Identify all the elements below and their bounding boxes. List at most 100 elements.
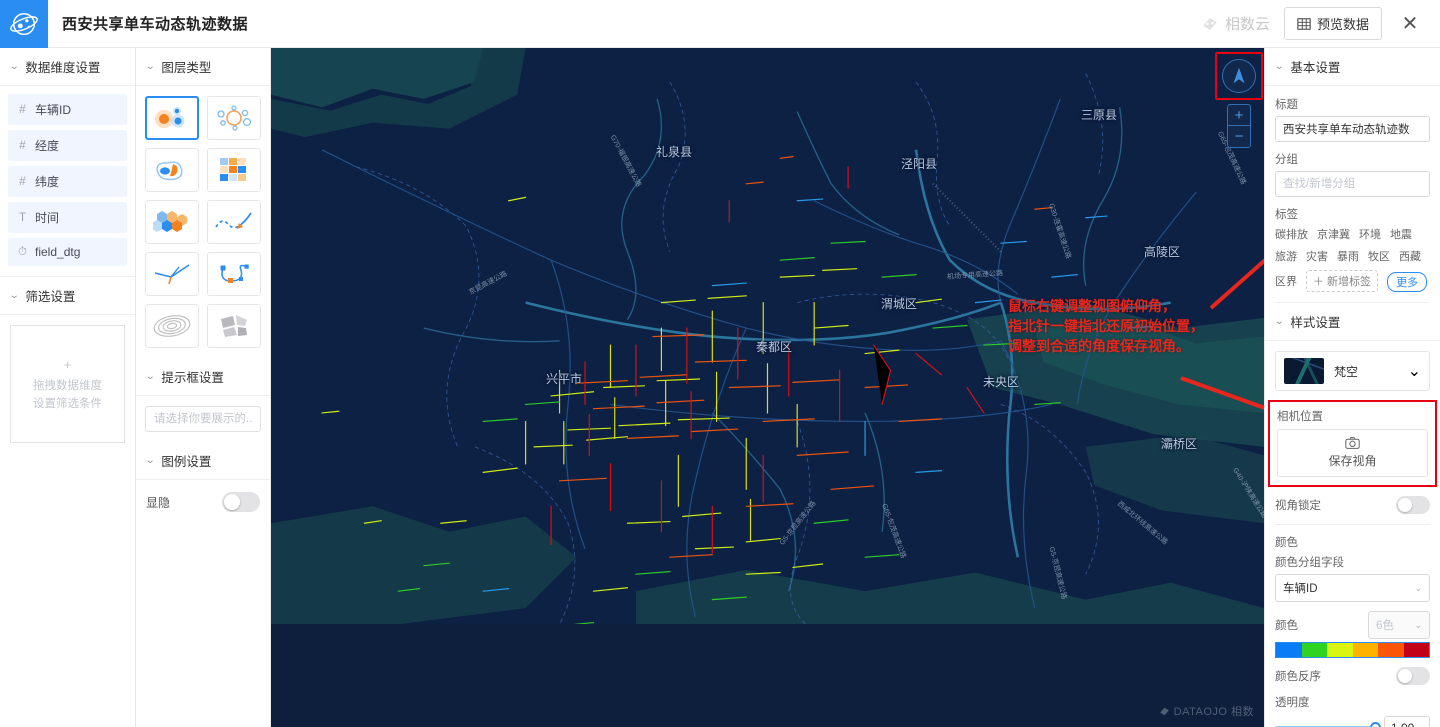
section-header-tooltip[interactable]: ⌄ 提示框设置: [136, 358, 270, 396]
layer-option-bubble-cluster[interactable]: [207, 96, 261, 140]
chevron-down-icon: ⌄: [1414, 619, 1422, 630]
zoom-out-button[interactable]: −: [1228, 126, 1250, 147]
list-item[interactable]: # 经度: [8, 130, 127, 161]
zoom-in-button[interactable]: +: [1228, 105, 1250, 126]
filter-dropzone-wrap: + 拖拽数据维度 设置筛选条件: [0, 315, 135, 453]
chevron-down-icon: ⌄: [144, 455, 156, 466]
color-field-select[interactable]: 车辆ID ⌄: [1275, 574, 1430, 602]
brand-name: 相数云: [1224, 16, 1270, 33]
left-panel: ⌄ 数据维度设置 # 车辆ID # 经度 # 纬度 T 时间 ⏱ field_d…: [0, 48, 136, 727]
slider-knob[interactable]: [1370, 722, 1381, 727]
opacity-label: 透明度: [1275, 697, 1310, 709]
section-title: 数据维度设置: [25, 61, 101, 75]
list-item[interactable]: ⏱ field_dtg: [8, 238, 127, 266]
more-tags-button[interactable]: 更多: [1387, 272, 1428, 292]
layer-option-radial-spoke[interactable]: [145, 252, 199, 296]
layer-option-region-fill[interactable]: [145, 148, 199, 192]
color-count-select[interactable]: 6色 ⌄: [1368, 611, 1430, 639]
palette-swatch: [1276, 643, 1302, 657]
color-count-row: 颜色 6色 ⌄: [1275, 611, 1430, 639]
title-input[interactable]: [1275, 116, 1430, 142]
layer-option-hexbin[interactable]: [145, 200, 199, 244]
section-title: 提示框设置: [161, 371, 224, 385]
field-type-icon: #: [19, 103, 26, 116]
bubble-cluster-icon: [217, 105, 252, 131]
legend-visibility-toggle[interactable]: [222, 492, 260, 512]
list-item[interactable]: T 时间: [8, 202, 127, 233]
tag-item[interactable]: 区界: [1275, 273, 1297, 289]
list-item[interactable]: # 纬度: [8, 166, 127, 197]
page-title: 西安共享单车动态轨迹数据: [62, 16, 249, 33]
palette-swatch: [1403, 643, 1429, 657]
basic-settings-body: 标题 分组 标签 碳排放 京津冀 环境 地震 旅游 灾害 暴雨 牧区 西藏 区界…: [1265, 86, 1440, 303]
legend-visibility-row: 显隐: [136, 480, 270, 524]
chevron-down-icon: ⌄: [1273, 61, 1285, 72]
north-arrow-icon: [1233, 67, 1245, 84]
field-name: field_dtg: [35, 245, 81, 259]
tag-item[interactable]: 灾害: [1306, 248, 1328, 264]
color-palette[interactable]: [1275, 642, 1430, 658]
preview-data-button[interactable]: 预览数据: [1283, 7, 1382, 40]
theme-thumbnail: [1284, 358, 1324, 384]
camera-position-label: 相机位置: [1277, 411, 1323, 423]
tag-item[interactable]: 旅游: [1275, 248, 1297, 264]
hexbin-icon: [153, 211, 187, 232]
camera-position-highlight: 相机位置 保存视角: [1268, 400, 1437, 487]
map-viewport[interactable]: 礼泉县 泾阳县 三原县 阎良区 高陵区 渭城区 秦都区 临潼区 兴平市 未央区 …: [271, 48, 1264, 727]
view-lock-toggle[interactable]: [1396, 496, 1430, 514]
brand-logo: 相数云: [1200, 13, 1270, 34]
palette-swatch: [1378, 643, 1404, 657]
color-count-value: 6色: [1376, 620, 1394, 632]
od-arc-icon: [220, 264, 249, 283]
opacity-value-input[interactable]: [1384, 716, 1430, 727]
save-view-button[interactable]: 保存视角: [1277, 429, 1428, 477]
view-lock-label: 视角锁定: [1275, 500, 1321, 512]
tag-item[interactable]: 暴雨: [1337, 248, 1359, 264]
tag-item[interactable]: 西藏: [1399, 248, 1421, 264]
field-name: 时间: [35, 211, 60, 225]
layer-option-scatter-bubble[interactable]: [145, 96, 199, 140]
palette-swatch: [1301, 643, 1327, 657]
dimension-field-list: # 车辆ID # 经度 # 纬度 T 时间 ⏱ field_dtg: [0, 86, 135, 277]
layer-option-od-arc[interactable]: [207, 252, 261, 296]
tag-item[interactable]: 环境: [1359, 226, 1381, 242]
tag-item[interactable]: 牧区: [1368, 248, 1390, 264]
chevron-down-icon: ⌄: [1414, 582, 1422, 593]
add-tag-button[interactable]: ＋ 新增标签: [1306, 270, 1379, 292]
legend-visibility-label: 显隐: [146, 495, 171, 510]
close-icon[interactable]: ✕: [1396, 10, 1424, 38]
map-zoom-controls[interactable]: + −: [1227, 104, 1251, 148]
section-header-layer-type[interactable]: ⌄ 图层类型: [136, 48, 270, 86]
group-input[interactable]: [1275, 171, 1430, 197]
section-title: 图例设置: [161, 455, 212, 469]
section-header-filter[interactable]: ⌄ 筛选设置: [0, 277, 135, 315]
map-theme-select[interactable]: 梵空 ⌄: [1275, 351, 1430, 391]
section-title: 筛选设置: [25, 290, 76, 304]
layer-option-voronoi[interactable]: [207, 304, 261, 348]
tag-field-label: 标签: [1275, 209, 1298, 221]
tooltip-field-select[interactable]: [145, 406, 261, 432]
field-name: 经度: [35, 139, 60, 153]
section-header-legend[interactable]: ⌄ 图例设置: [136, 442, 270, 480]
filter-dropzone[interactable]: + 拖拽数据维度 设置筛选条件: [10, 325, 125, 443]
section-header-dimension[interactable]: ⌄ 数据维度设置: [0, 48, 135, 86]
clock-icon: ⏱: [18, 245, 27, 258]
radial-spoke-icon: [154, 264, 190, 285]
header-actions: 相数云 预览数据 ✕: [1200, 7, 1440, 40]
color-field-value: 车辆ID: [1283, 583, 1318, 595]
chevron-down-icon: ⌄: [8, 61, 20, 72]
list-item[interactable]: # 车辆ID: [8, 94, 127, 125]
color-reverse-toggle[interactable]: [1396, 667, 1430, 685]
layer-option-path-line[interactable]: [207, 200, 261, 244]
watermark-mark-icon: [1159, 707, 1169, 715]
section-header-basic[interactable]: ⌄ 基本设置: [1265, 48, 1440, 86]
section-header-style[interactable]: ⌄ 样式设置: [1265, 303, 1440, 341]
tag-item[interactable]: 地震: [1390, 226, 1412, 242]
tag-item[interactable]: 京津冀: [1317, 226, 1350, 242]
layer-option-grid-heatmap[interactable]: [207, 148, 261, 192]
workspace: ⌄ 数据维度设置 # 车辆ID # 经度 # 纬度 T 时间 ⏱ field_d…: [0, 48, 1440, 727]
tag-item[interactable]: 碳排放: [1275, 226, 1308, 242]
dropzone-hint-line2: 设置筛选条件: [33, 398, 102, 410]
layer-option-contour[interactable]: [145, 304, 199, 348]
compass-north-icon[interactable]: [1222, 59, 1256, 93]
